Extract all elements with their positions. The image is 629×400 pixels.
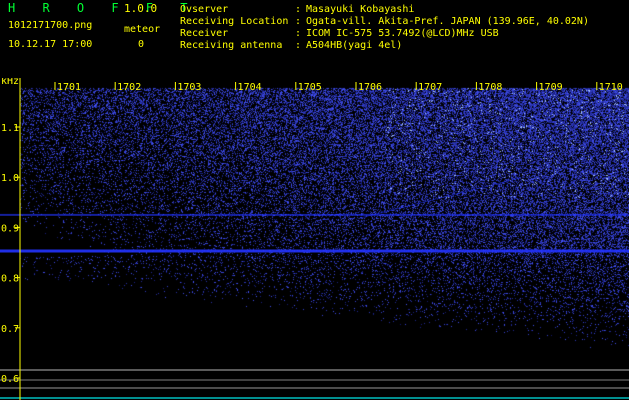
info-key: Ovserver [180,4,229,15]
x-tick-label: 1708 [478,82,502,93]
info-key: Receiving antenna [180,40,283,51]
meteor-label: meteor [124,24,161,35]
info-value: A504HB(yagi 4el) [306,40,403,51]
info-key: Receiving Location [180,16,289,27]
header-panel: H R O F F T 1.0.0 1012171700.png 10.12.1… [0,0,629,78]
info-value: Masayuki Kobayashi [306,4,415,15]
y-tick-label: 1.1 [1,123,19,134]
y-tick-label: 1.0 [1,173,19,184]
app-brand: H R O F F T [8,1,198,15]
info-separator: : [295,40,302,51]
x-tick-label: 1710 [599,82,623,93]
noise-layer [0,78,629,400]
info-separator: : [295,4,302,15]
capture-datetime: 10.12.17 17:00 [8,39,93,50]
y-tick-label: 0.9 [1,223,19,234]
hroft-window: H R O F F T 1.0.0 1012171700.png 10.12.1… [0,0,629,400]
x-tick-label: 1705 [298,82,322,93]
x-tick-label: 1701 [57,82,81,93]
meteor-count: 0 [138,39,145,50]
spectrogram: 1701 1702 1703 1704 1705 1706 1707 1708 1709 1710… [0,78,629,400]
info-key: Receiver [180,28,229,39]
y-tick-label: 0.6 [1,374,19,385]
y-axis-unit: kHz [1,78,19,87]
info-separator: : [295,28,302,39]
x-tick-label: 1703 [177,82,201,93]
info-value: ICOM IC-575 53.7492(@LCD)MHz USB [306,28,499,39]
x-tick-label: 1702 [117,82,141,93]
x-tick-label: 1709 [539,82,563,93]
spectrogram-panel: 1701 1702 1703 1704 1705 1706 1707 1708 1709 1710… [0,78,629,400]
info-separator: : [295,16,302,27]
x-tick-label: 1704 [238,82,262,93]
y-tick-label: 0.7 [1,324,19,335]
x-tick-label: 1707 [418,82,442,93]
y-tick-label: 0.8 [1,274,19,285]
info-value: Ogata-vill. Akita-Pref. JAPAN (139.96E, … [306,16,589,27]
noise-speckle-image [0,78,629,400]
image-filename: 1012171700.png [8,20,93,31]
x-tick-label: 1706 [358,82,382,93]
app-version: 1.0.0 [124,2,158,15]
